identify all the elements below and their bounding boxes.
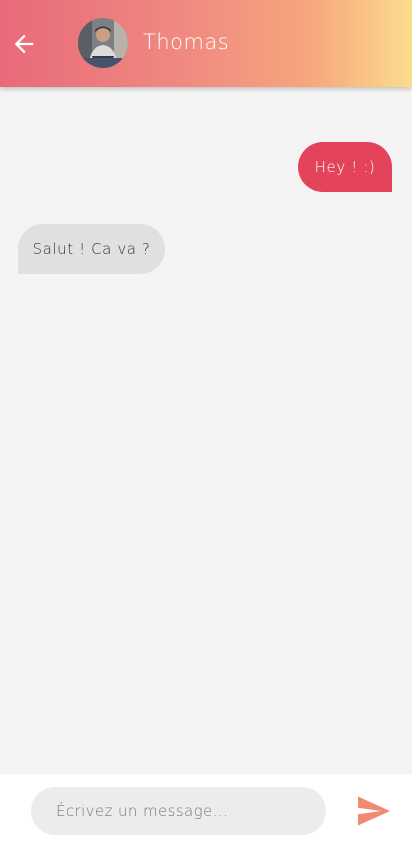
arrow-left-icon: [14, 34, 34, 54]
avatar[interactable]: [78, 18, 128, 68]
send-button[interactable]: [354, 794, 394, 828]
message-received[interactable]: Salut ! Ca va ?: [18, 224, 165, 274]
avatar-photo: [78, 18, 128, 68]
message-input[interactable]: [31, 787, 326, 835]
message-sent[interactable]: Hey ! :): [298, 142, 392, 192]
contact-name: Thomas: [143, 30, 230, 54]
composer: [0, 774, 412, 847]
message-list[interactable]: Hey ! :) Salut ! Ca va ?: [0, 87, 412, 774]
send-icon: [358, 796, 390, 826]
back-button[interactable]: [8, 26, 40, 62]
app-bar: Thomas: [0, 0, 412, 87]
